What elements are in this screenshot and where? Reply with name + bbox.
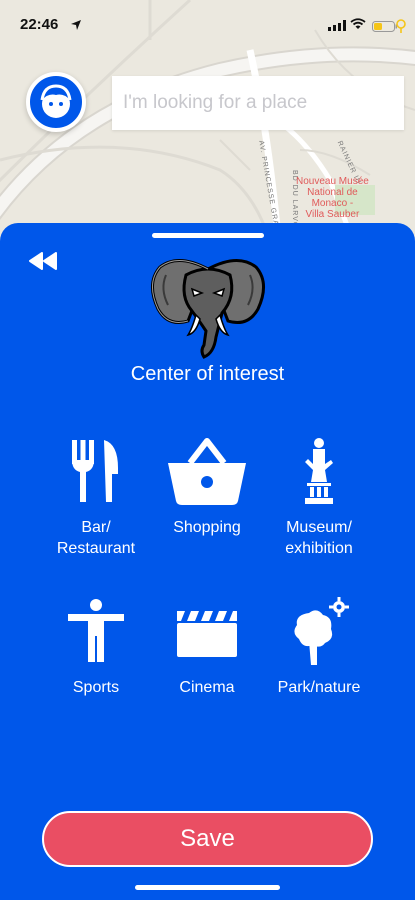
rewind-icon bbox=[29, 252, 57, 270]
category-label: Park/nature bbox=[277, 679, 361, 696]
category-cinema[interactable]: Cinema bbox=[152, 593, 262, 698]
category-label: Cinema bbox=[179, 679, 235, 696]
status-time: 22:46 bbox=[20, 16, 59, 33]
gear-icon bbox=[329, 597, 349, 617]
avatar-icon bbox=[40, 84, 72, 118]
save-button[interactable]: Save bbox=[42, 811, 373, 867]
home-indicator bbox=[135, 885, 280, 890]
category-label: Sports bbox=[72, 679, 120, 696]
search-input[interactable] bbox=[112, 76, 404, 130]
basket-icon bbox=[168, 438, 246, 505]
category-sports[interactable]: Sports bbox=[41, 593, 151, 698]
clapperboard-icon bbox=[177, 611, 237, 657]
category-park-nature[interactable]: Park/nature bbox=[264, 593, 374, 698]
fork-knife-icon bbox=[72, 440, 118, 502]
tree-icon bbox=[294, 597, 349, 665]
category-label: Shopping bbox=[173, 519, 241, 536]
section-title: Center of interest bbox=[130, 363, 285, 385]
collapse-button[interactable] bbox=[26, 249, 62, 273]
cellular-signal-icon bbox=[328, 20, 346, 31]
category-museum-exhibition[interactable]: Museum/ exhibition bbox=[264, 433, 374, 559]
category-label: Museum/ exhibition bbox=[285, 519, 353, 557]
category-bar-restaurant[interactable]: Bar/ Restaurant bbox=[41, 433, 151, 559]
status-bar: 22:46 bbox=[0, 0, 415, 44]
location-arrow-icon bbox=[71, 20, 81, 30]
statue-icon bbox=[305, 438, 333, 504]
map-poi-label: Nouveau Musée National de Monaco - Villa… bbox=[296, 176, 369, 220]
elephant-mascot-icon bbox=[151, 259, 265, 359]
person-icon bbox=[68, 599, 124, 662]
bottom-sheet: Center of interest Bar/ Restaurant Shopp… bbox=[0, 223, 415, 900]
avatar-button[interactable] bbox=[26, 72, 86, 132]
drag-handle[interactable] bbox=[152, 233, 264, 238]
category-shopping[interactable]: Shopping bbox=[152, 433, 262, 538]
battery-icon bbox=[372, 19, 406, 33]
category-label: Bar/ Restaurant bbox=[56, 519, 136, 557]
wifi-icon bbox=[350, 18, 366, 29]
